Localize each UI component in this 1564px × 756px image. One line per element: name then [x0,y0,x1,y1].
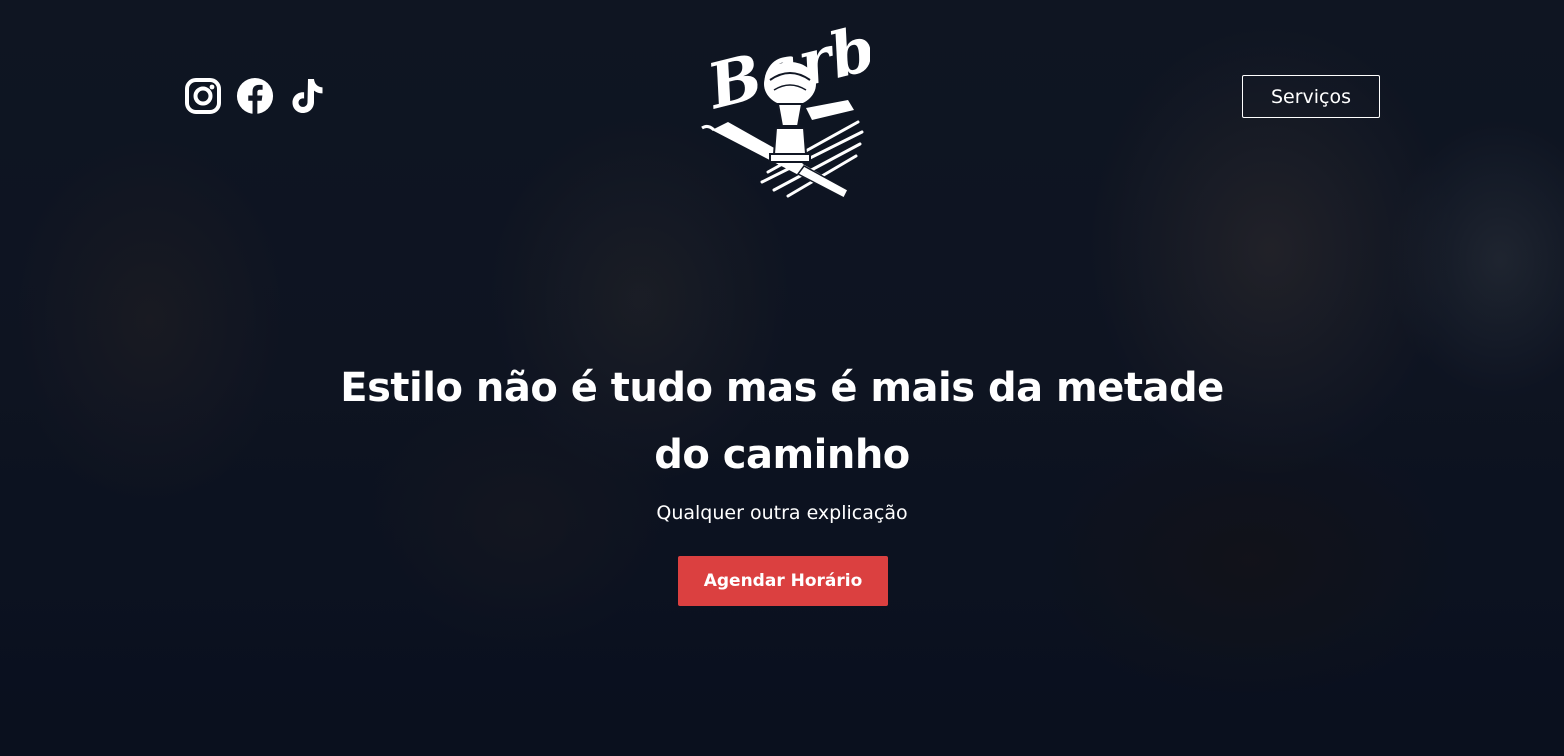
tiktok-icon [292,79,323,113]
barber-logo[interactable]: Barber [698,0,956,204]
hero-headline: Estilo não é tudo mas é mais da metade d… [282,355,1282,489]
facebook-icon [236,77,274,115]
hero-section: Barber [0,0,1564,756]
tiktok-link[interactable] [288,76,326,116]
instagram-icon [185,78,221,114]
hero-headline-line2: do caminho [654,432,910,478]
instagram-link[interactable] [184,76,222,116]
hero-subtitle: Qualquer outra explicação [656,502,908,524]
barber-logo-graphic: Barber [699,0,956,200]
services-button[interactable]: Serviços [1242,75,1380,118]
schedule-button[interactable]: Agendar Horário [678,556,888,606]
social-links [184,76,326,116]
facebook-link[interactable] [236,76,274,116]
hero-headline-line1: Estilo não é tudo mas é mais da metade [340,365,1224,411]
razor-handle [806,100,854,120]
